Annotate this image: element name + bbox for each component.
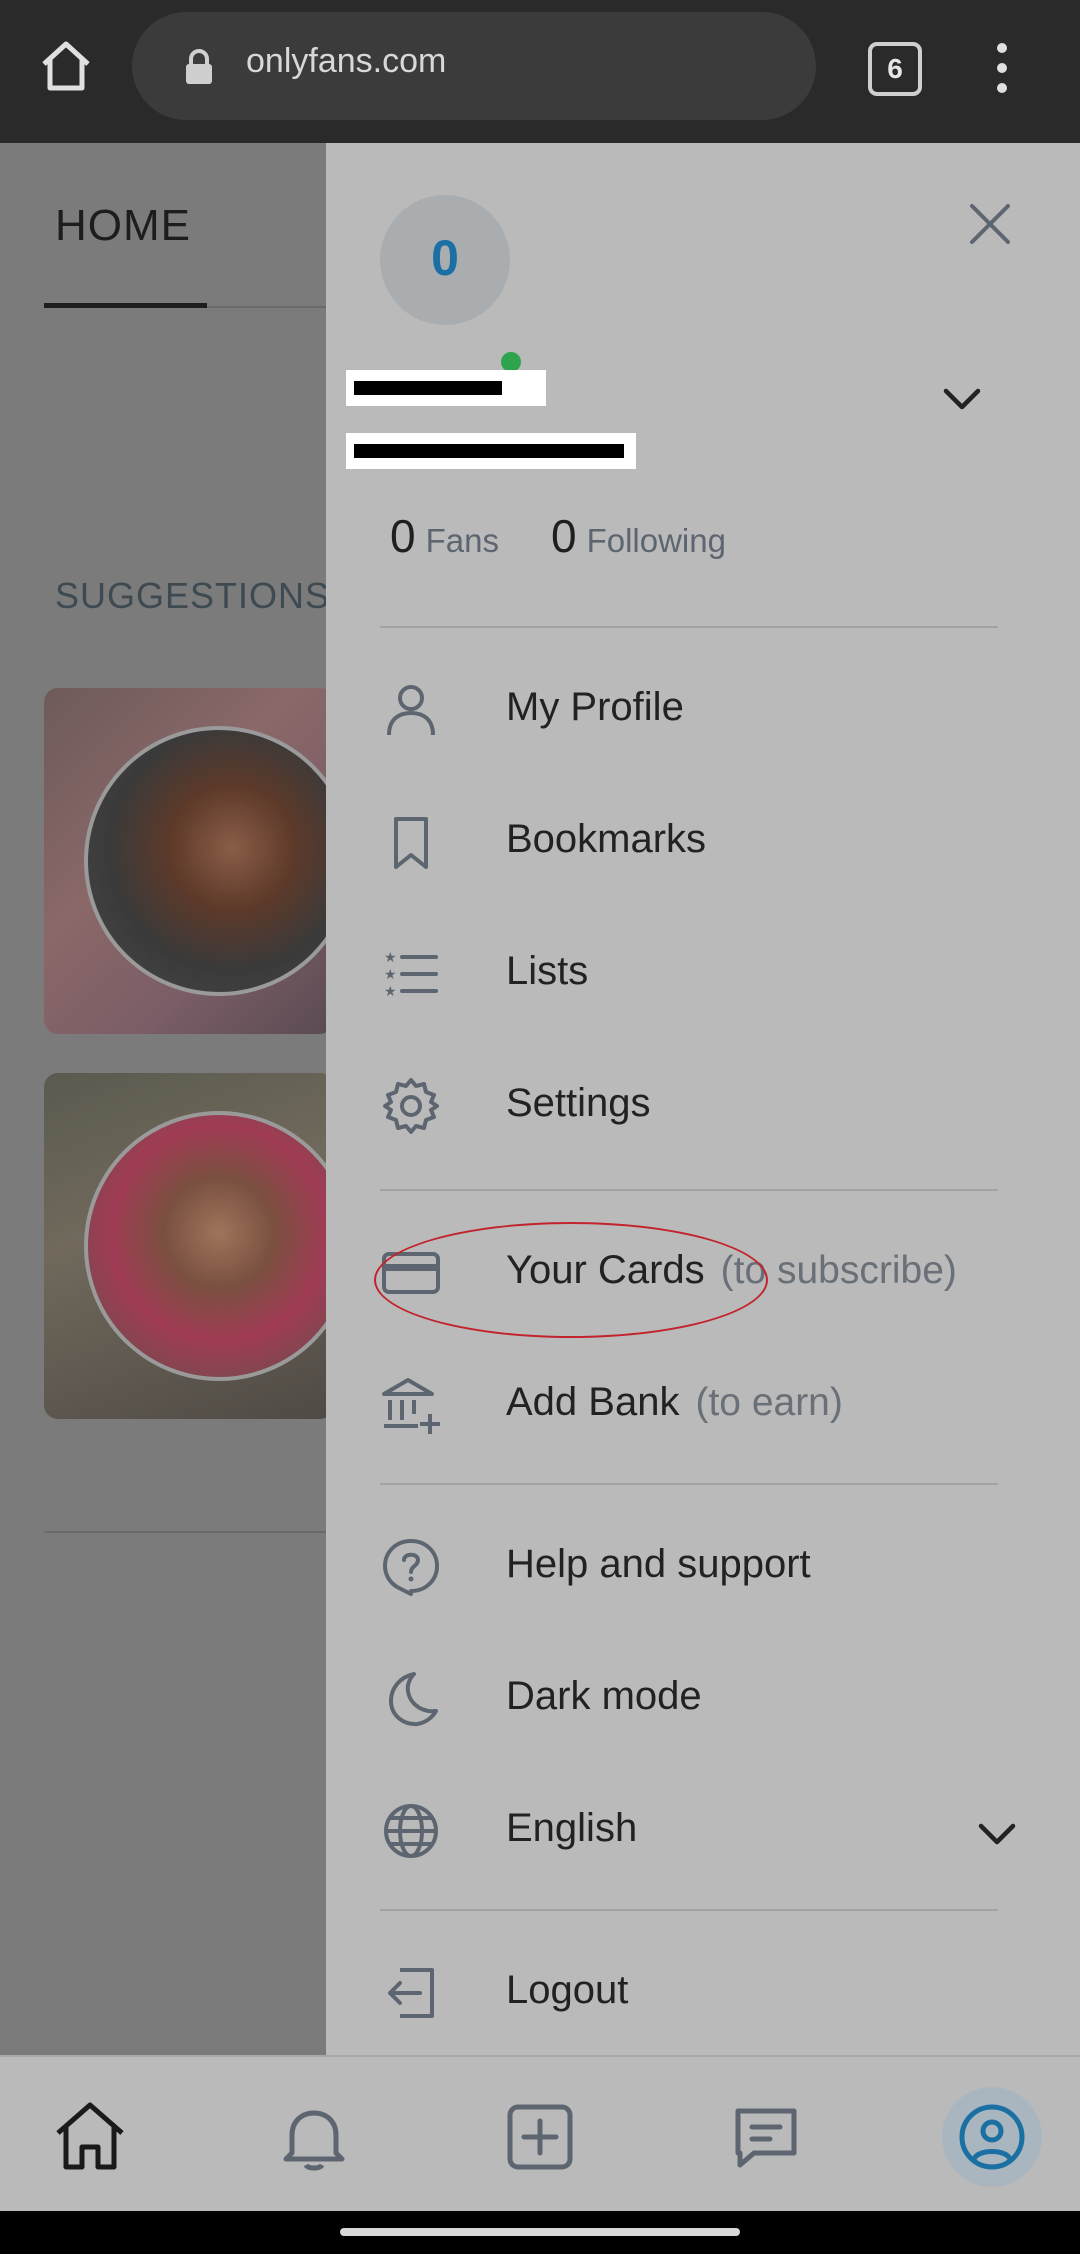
messages-icon[interactable]	[726, 2097, 806, 2177]
add-post-icon[interactable]	[500, 2097, 580, 2177]
divider	[380, 1483, 998, 1485]
menu-label: Lists	[506, 949, 589, 993]
active-tab-indicator	[44, 303, 207, 308]
menu-label: Dark mode	[506, 1674, 702, 1718]
chevron-down-icon	[978, 1823, 1016, 1845]
bank-icon	[382, 1378, 440, 1434]
tab-home[interactable]: HOME	[55, 201, 191, 251]
menu-label: My Profile	[506, 685, 684, 729]
redacted-display-name	[346, 370, 546, 406]
bell-icon[interactable]	[274, 2097, 354, 2177]
svg-text:★: ★	[384, 966, 397, 982]
globe-icon	[384, 1804, 438, 1858]
tab-switcher-button[interactable]: 6	[868, 42, 922, 96]
url-text: onlyfans.com	[246, 42, 447, 80]
browser-menu-icon[interactable]	[990, 40, 1014, 96]
menu-label: English	[506, 1806, 638, 1850]
home-gesture-pill[interactable]	[340, 2228, 740, 2236]
divider	[380, 1909, 998, 1911]
bottom-navigation	[0, 2055, 1080, 2213]
annotation-circle	[374, 1222, 768, 1338]
svg-text:★: ★	[384, 949, 397, 965]
divider	[380, 1189, 998, 1191]
browser-toolbar: onlyfans.com 6	[0, 0, 1080, 143]
menu-label: Add Bank	[506, 1380, 680, 1424]
suggestion-avatar	[84, 1111, 334, 1381]
menu-item-language[interactable]: English	[380, 1786, 1020, 1876]
menu-item-add-bank[interactable]: Add Bank (to earn)	[380, 1360, 1020, 1450]
avatar[interactable]: 0	[380, 195, 524, 375]
chevron-down-icon[interactable]	[938, 375, 986, 423]
suggestion-avatar	[84, 726, 334, 996]
menu-item-bookmarks[interactable]: Bookmarks	[380, 797, 1020, 887]
system-navigation-bar	[0, 2211, 1080, 2254]
redacted-username	[346, 433, 636, 469]
list-icon: ★ ★ ★	[384, 949, 438, 999]
menu-label: Logout	[506, 1968, 629, 2012]
fans-label[interactable]: Fans	[426, 522, 499, 559]
menu-item-lists[interactable]: ★ ★ ★ Lists	[380, 929, 1020, 1019]
help-icon	[383, 1539, 439, 1596]
account-drawer: 0 0 Fans 0 Following My Profile Bookmarks ★…	[326, 143, 1080, 2055]
close-icon[interactable]	[964, 198, 1016, 250]
gear-icon	[383, 1078, 439, 1134]
profile-icon	[959, 2104, 1025, 2170]
lock-icon	[186, 49, 212, 84]
logout-icon	[388, 1968, 434, 2018]
address-bar[interactable]: onlyfans.com	[132, 12, 816, 120]
suggestions-title: SUGGESTIONS	[55, 575, 331, 616]
suggestion-card[interactable]	[44, 1073, 334, 1419]
fans-count[interactable]: 0	[390, 510, 416, 562]
suggestion-card[interactable]	[44, 688, 334, 1034]
following-label[interactable]: Following	[587, 522, 726, 559]
menu-item-settings[interactable]: Settings	[380, 1061, 1020, 1151]
menu-label: Help and support	[506, 1542, 811, 1586]
divider	[44, 1531, 326, 1533]
follow-stats: 0 Fans 0 Following	[390, 509, 726, 563]
following-count[interactable]: 0	[551, 510, 577, 562]
menu-item-help-and-support[interactable]: Help and support	[380, 1522, 1020, 1612]
menu-label: Settings	[506, 1081, 651, 1125]
browser-home-icon[interactable]	[36, 36, 96, 96]
menu-item-dark-mode[interactable]: Dark mode	[380, 1654, 1020, 1744]
divider	[380, 626, 998, 628]
bookmark-icon	[394, 817, 428, 869]
background-page: HOME SUGGESTIONS	[0, 143, 334, 2055]
menu-item-logout[interactable]: Logout	[380, 1948, 1020, 2038]
menu-hint: (to earn)	[695, 1381, 843, 1424]
home-icon[interactable]	[50, 2097, 130, 2177]
svg-text:★: ★	[384, 983, 397, 999]
avatar-initial: 0	[431, 230, 459, 286]
menu-item-my-profile[interactable]: My Profile	[380, 665, 1020, 755]
tab-divider	[207, 306, 326, 308]
moon-icon	[389, 1672, 438, 1727]
menu-label: Bookmarks	[506, 817, 707, 861]
user-icon	[387, 685, 435, 736]
profile-tab-active[interactable]	[942, 2087, 1042, 2187]
